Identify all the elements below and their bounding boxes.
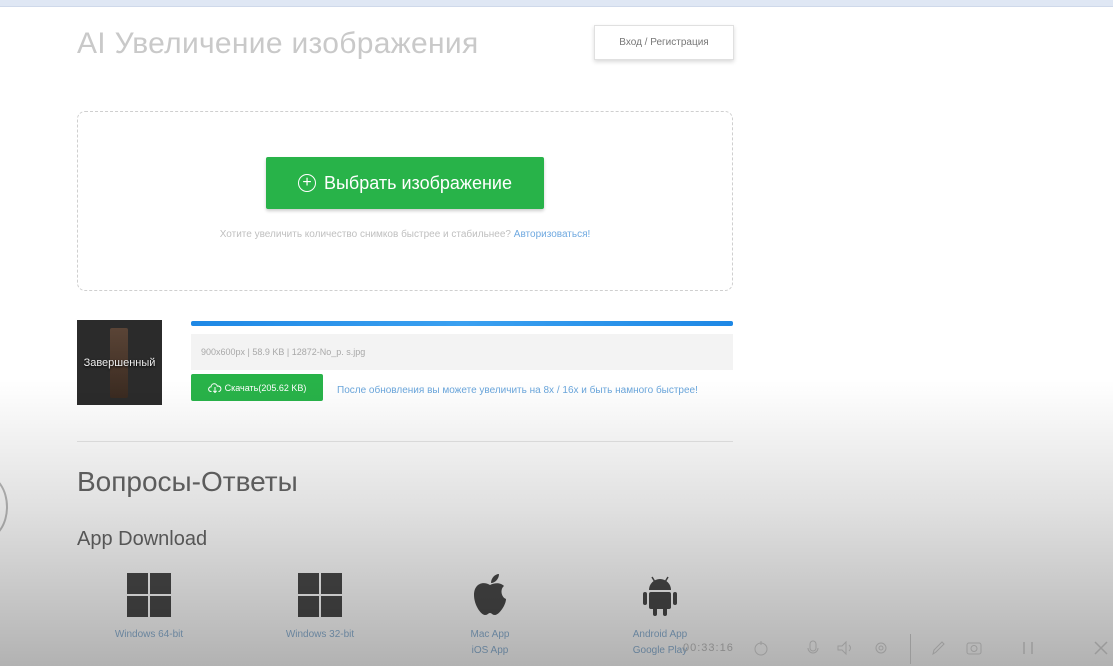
app-label: Windows 32-bit xyxy=(285,629,355,640)
windows-icon xyxy=(298,573,342,617)
choose-image-button[interactable]: + Выбрать изображение xyxy=(266,157,544,209)
cloud-download-icon xyxy=(207,383,222,393)
status-label: Завершенный xyxy=(83,356,156,369)
upload-hint-text: Хотите увеличить количество снимков быст… xyxy=(219,229,511,240)
timer-icon[interactable] xyxy=(753,639,769,657)
pause-icon[interactable] xyxy=(1020,639,1036,657)
toolbar-divider xyxy=(910,634,911,664)
plus-circle-icon: + xyxy=(297,174,316,192)
pen-icon[interactable] xyxy=(930,639,946,657)
file-info: 900x600px | 58.9 KB | 12872-No_p. s.jpg xyxy=(191,334,733,370)
apple-icon xyxy=(474,574,506,615)
page-title: AI Увеличение изображения xyxy=(77,27,479,60)
progress-bar xyxy=(191,321,733,326)
progress-fill xyxy=(191,321,733,326)
result-thumbnail[interactable]: Завершенный xyxy=(77,320,162,405)
download-label: Скачать(205.62 KB) xyxy=(224,382,307,393)
choose-image-label: Выбрать изображение xyxy=(323,172,512,193)
speaker-icon[interactable] xyxy=(835,639,857,657)
app-download-title: App Download xyxy=(77,528,208,550)
faq-title: Вопросы-Ответы xyxy=(77,466,298,497)
app-windows-64[interactable]: Windows 64-bit xyxy=(79,573,219,643)
close-icon[interactable] xyxy=(1093,639,1109,657)
app-sub-label: iOS App xyxy=(471,645,509,656)
download-button[interactable]: Скачать(205.62 KB) xyxy=(191,374,323,401)
upload-dropzone[interactable]: + Выбрать изображение Хотите увеличить к… xyxy=(77,111,733,291)
camera-icon[interactable] xyxy=(965,639,983,657)
settings-gear-icon[interactable] xyxy=(872,639,890,657)
login-register-button[interactable]: Вход / Регистрация xyxy=(594,25,734,60)
app-mac[interactable]: Mac App iOS App xyxy=(420,573,560,659)
upload-hint: Хотите увеличить количество снимков быст… xyxy=(78,229,732,240)
section-divider xyxy=(77,441,733,442)
app-windows-32[interactable]: Windows 32-bit xyxy=(250,573,390,643)
app-label: Mac App xyxy=(470,629,510,640)
app-label: Windows 64-bit xyxy=(114,629,184,640)
windows-icon xyxy=(127,573,171,617)
browser-top-bar xyxy=(0,0,1113,7)
side-widget[interactable] xyxy=(0,475,8,539)
authorize-link[interactable]: Авторизоваться! xyxy=(514,229,591,240)
android-icon xyxy=(643,576,677,616)
microphone-icon[interactable] xyxy=(805,639,821,657)
recording-time: 00:33:16 xyxy=(683,642,734,654)
recording-toolbar: 00:33:16 xyxy=(675,634,1113,666)
